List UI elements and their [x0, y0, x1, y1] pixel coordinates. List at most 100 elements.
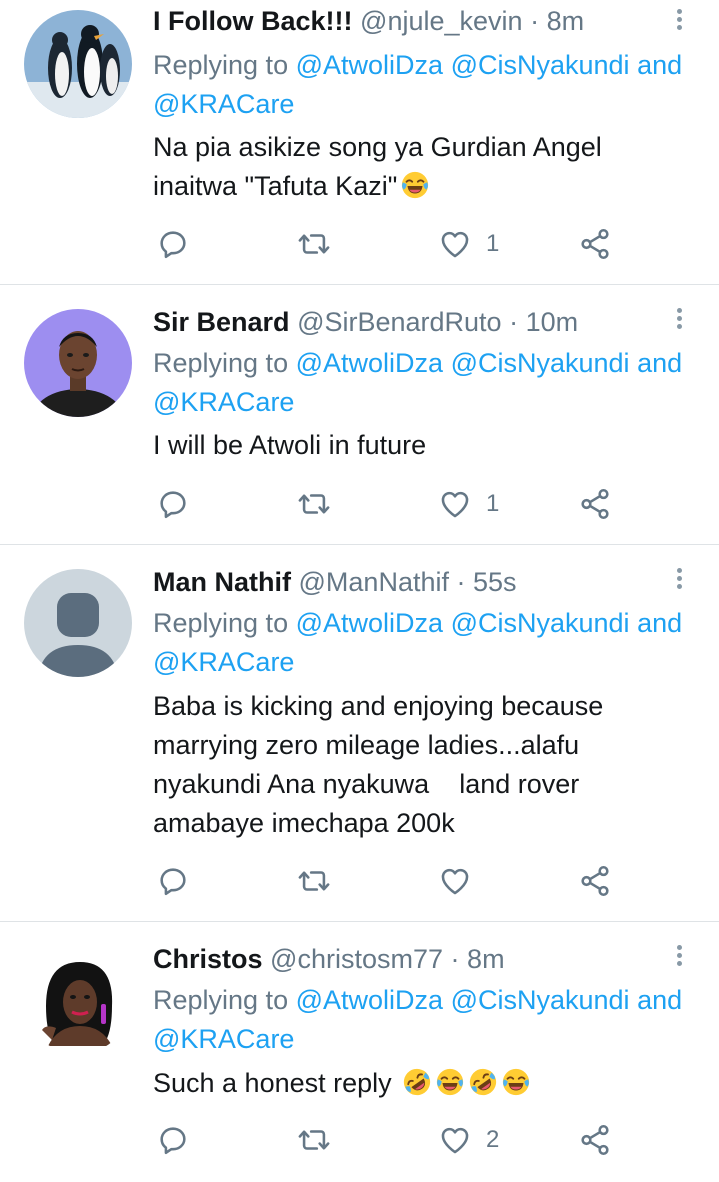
heart-icon [438, 487, 472, 521]
tweet-text: Baba is kicking and enjoying because mar… [153, 687, 693, 843]
like-button[interactable]: 1 [438, 224, 499, 264]
woman-portrait-avatar[interactable] [24, 946, 132, 1054]
share-button[interactable] [578, 224, 612, 264]
timestamp[interactable]: 55s [473, 567, 517, 597]
man-portrait-avatar[interactable] [24, 309, 132, 417]
user-handle[interactable]: @njule_kevin [360, 6, 523, 36]
separator-dot: · [509, 307, 519, 337]
retweet-button[interactable] [297, 224, 331, 264]
tweet-card[interactable]: Sir Benard @SirBenardRuto · 10m Replying… [0, 285, 719, 545]
more-options-icon[interactable] [668, 305, 690, 339]
action-bar: 1 [153, 224, 633, 264]
timestamp[interactable]: 8m [467, 944, 505, 974]
and-others-link[interactable]: and [637, 348, 682, 378]
mention-link[interactable]: @AtwoliDza [296, 348, 443, 378]
replying-to: Replying to @AtwoliDza @CisNyakundi and … [153, 46, 693, 124]
retweet-icon [297, 487, 331, 521]
display-name[interactable]: Christos [153, 944, 263, 974]
mention-link[interactable]: @CisNyakundi [451, 50, 630, 80]
replying-prefix: Replying to [153, 50, 289, 80]
retweet-button[interactable] [297, 861, 331, 901]
face-with-tears-of-joy-icon [501, 1067, 531, 1097]
and-others-link[interactable]: and [637, 608, 682, 638]
timestamp[interactable]: 8m [547, 6, 585, 36]
like-count: 1 [486, 490, 500, 517]
reply-button[interactable] [156, 1120, 190, 1160]
action-bar [153, 861, 633, 901]
tweet-text-content: Such a honest reply [153, 1068, 392, 1098]
like-button[interactable]: 2 [438, 1120, 499, 1160]
share-icon [578, 487, 612, 521]
user-handle[interactable]: @SirBenardRuto [297, 307, 502, 337]
reply-icon [156, 227, 190, 261]
mention-link[interactable]: @CisNyakundi [451, 985, 630, 1015]
penguins-avatar[interactable] [24, 10, 132, 118]
more-options-icon[interactable] [668, 565, 690, 599]
retweet-icon [297, 864, 331, 898]
tweet-card[interactable]: Christos @christosm77 · 8m Replying to @… [0, 922, 719, 1182]
mention-link[interactable]: @KRACare [153, 1024, 294, 1054]
mention-link[interactable]: @CisNyakundi [451, 608, 630, 638]
mention-link[interactable]: @KRACare [153, 387, 294, 417]
display-name[interactable]: I Follow Back!!! [153, 6, 353, 36]
default-avatar[interactable] [24, 569, 132, 677]
share-button[interactable] [578, 1120, 612, 1160]
share-button[interactable] [578, 861, 612, 901]
mention-link[interactable]: @CisNyakundi [451, 348, 630, 378]
and-others-link[interactable]: and [637, 985, 682, 1015]
replying-to: Replying to @AtwoliDza @CisNyakundi and … [153, 604, 693, 682]
separator-dot: · [456, 567, 466, 597]
reply-icon [156, 1123, 190, 1157]
share-button[interactable] [578, 484, 612, 524]
user-handle[interactable]: @christosm77 [270, 944, 443, 974]
mention-link[interactable]: @KRACare [153, 89, 294, 119]
share-icon [578, 864, 612, 898]
retweet-button[interactable] [297, 1120, 331, 1160]
tweet-text: I will be Atwoli in future [153, 426, 693, 465]
more-options-icon[interactable] [668, 942, 690, 976]
action-bar: 1 [153, 484, 633, 524]
tweet-text-content: I will be Atwoli in future [153, 430, 427, 460]
replying-prefix: Replying to [153, 985, 289, 1015]
share-icon [578, 227, 612, 261]
display-name[interactable]: Man Nathif [153, 567, 291, 597]
display-name[interactable]: Sir Benard [153, 307, 290, 337]
replying-to: Replying to @AtwoliDza @CisNyakundi and … [153, 344, 693, 422]
retweet-icon [297, 227, 331, 261]
reply-button[interactable] [156, 861, 190, 901]
heart-icon [438, 864, 472, 898]
mention-link[interactable]: @AtwoliDza [296, 608, 443, 638]
replying-prefix: Replying to [153, 348, 289, 378]
mention-link[interactable]: @AtwoliDza [296, 985, 443, 1015]
like-button[interactable]: 1 [438, 484, 499, 524]
and-others-link[interactable]: and [637, 50, 682, 80]
like-count: 1 [486, 230, 500, 257]
face-with-tears-of-joy-icon [400, 170, 430, 200]
tweet-header: I Follow Back!!! @njule_kevin · 8m [153, 4, 584, 38]
tweet-text: Na pia asikize song ya Gurdian Angel ina… [153, 128, 693, 206]
reply-button[interactable] [156, 224, 190, 264]
tweet-text: Such a honest reply [153, 1064, 693, 1103]
heart-icon [438, 227, 472, 261]
user-handle[interactable]: @ManNathif [299, 567, 449, 597]
retweet-button[interactable] [297, 484, 331, 524]
tweet-card[interactable]: Man Nathif @ManNathif · 55s Replying to … [0, 545, 719, 922]
more-options-icon[interactable] [668, 6, 690, 40]
tweet-text-content: Baba is kicking and enjoying because mar… [153, 691, 611, 838]
tweet-card[interactable]: I Follow Back!!! @njule_kevin · 8m Reply… [0, 0, 719, 285]
reply-button[interactable] [156, 484, 190, 524]
rolling-on-floor-laughing-icon [468, 1067, 498, 1097]
reply-icon [156, 487, 190, 521]
tweet-header: Christos @christosm77 · 8m [153, 942, 505, 976]
mention-link[interactable]: @KRACare [153, 647, 294, 677]
mention-link[interactable]: @AtwoliDza [296, 50, 443, 80]
tweet-text-content: Na pia asikize song ya Gurdian Angel ina… [153, 132, 610, 201]
face-with-tears-of-joy-icon [435, 1067, 465, 1097]
replying-to: Replying to @AtwoliDza @CisNyakundi and … [153, 981, 693, 1059]
like-button[interactable] [438, 861, 486, 901]
reply-icon [156, 864, 190, 898]
retweet-icon [297, 1123, 331, 1157]
timestamp[interactable]: 10m [526, 307, 579, 337]
tweet-header: Sir Benard @SirBenardRuto · 10m [153, 305, 578, 339]
rolling-on-floor-laughing-icon [402, 1067, 432, 1097]
